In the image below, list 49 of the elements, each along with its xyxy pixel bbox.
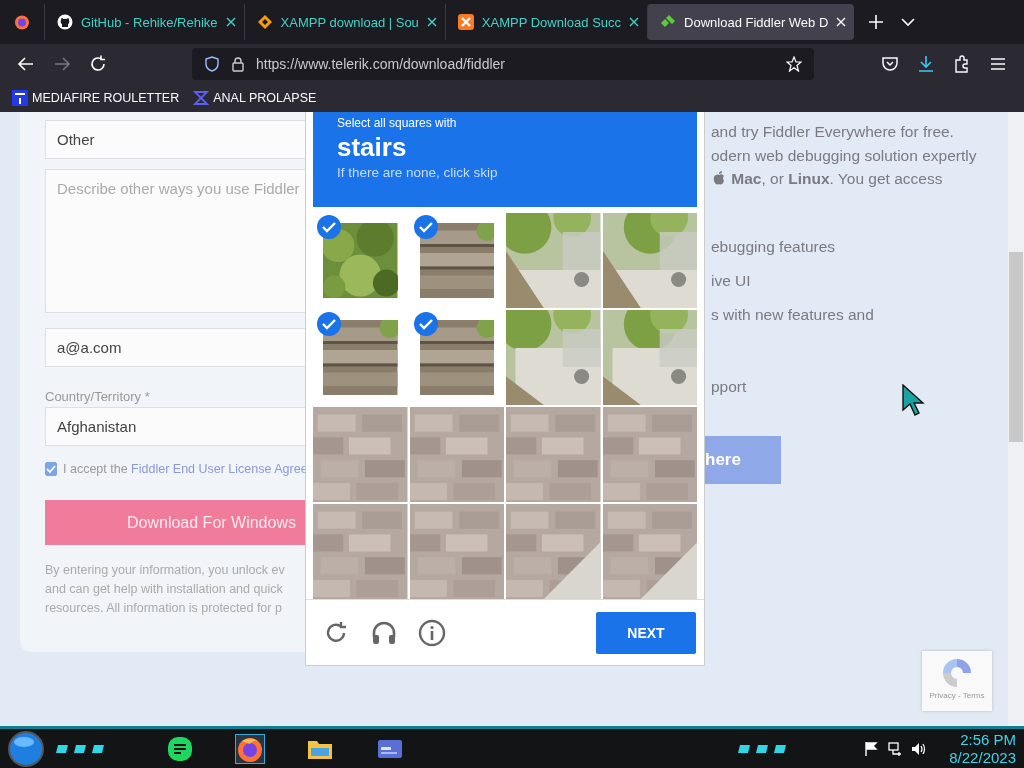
xampp-logo-icon — [457, 14, 474, 30]
close-icon[interactable] — [629, 17, 640, 27]
shield-icon[interactable] — [204, 56, 220, 72]
disclaimer-text: By entering your information, you unlock ev and can get help with installation and quick resources. All information is protected for p — [45, 562, 286, 617]
cursor-icon — [902, 384, 928, 418]
intro-text: and try Fiddler Everywhere for free. — [711, 122, 955, 142]
close-icon[interactable] — [225, 17, 236, 27]
close-icon[interactable] — [426, 17, 437, 27]
usage-select[interactable]: Other — [45, 120, 305, 159]
info-icon[interactable] — [418, 618, 446, 647]
diamond-logo-icon — [256, 14, 273, 30]
browser-tab[interactable]: XAMPP download | Sou — [243, 4, 445, 40]
scrollbar[interactable] — [1008, 112, 1024, 726]
chat-bubble-icon[interactable] — [166, 734, 194, 763]
download-icon[interactable] — [916, 54, 936, 74]
intro-text: odern web debugging solution expertly — [711, 145, 978, 166]
bookmark[interactable]: MEDIAFIRE ROULETTER — [12, 90, 180, 106]
reload-icon[interactable] — [88, 54, 108, 74]
checkbox[interactable] — [45, 462, 57, 476]
network-icon[interactable] — [887, 740, 904, 757]
email-field[interactable]: a@a.com — [45, 328, 305, 367]
bookmark[interactable]: ANAL PROLAPSE — [193, 90, 317, 106]
pocket-icon[interactable] — [880, 54, 900, 74]
firefox-icon[interactable] — [14, 14, 30, 30]
star-icon[interactable] — [786, 56, 802, 72]
mf-logo-icon — [12, 90, 28, 106]
clock[interactable]: 2:56 PM 8/22/2023 — [949, 730, 1016, 767]
browser-tab[interactable]: Download Fiddler Web D — [647, 4, 855, 40]
cat-logo-icon — [57, 14, 73, 30]
feature-text: s with new features and — [711, 304, 875, 324]
feature-text: ebugging features — [711, 236, 837, 256]
intro-text: Mac, or Linux. You get access — [731, 170, 943, 187]
address-bar[interactable]: https://www.telerik.com/download/fiddler — [192, 48, 814, 80]
browser-tab[interactable]: GitHub - Rehike/Rehike — [44, 4, 244, 40]
lock-icon — [230, 56, 246, 72]
sigma-icon — [193, 90, 210, 106]
feature-text: ive UI — [711, 270, 752, 290]
fiddler-logo-icon — [660, 14, 677, 30]
captcha-hint: If there are none, click skip — [337, 165, 499, 180]
captcha-prompt: Select all squares with — [337, 116, 458, 130]
start-orb-icon[interactable] — [8, 730, 44, 767]
feature-text: pport — [711, 376, 748, 396]
next-button[interactable]: NEXT — [596, 611, 696, 654]
browser-tab[interactable]: XAMPP Download Succ — [444, 4, 648, 40]
flag-icon[interactable] — [863, 740, 880, 757]
apple-icon — [711, 170, 727, 186]
field-label: Country/Territory * — [45, 389, 151, 404]
country-select[interactable]: Afghanistan — [45, 407, 305, 446]
captcha-target: stairs — [337, 132, 408, 163]
